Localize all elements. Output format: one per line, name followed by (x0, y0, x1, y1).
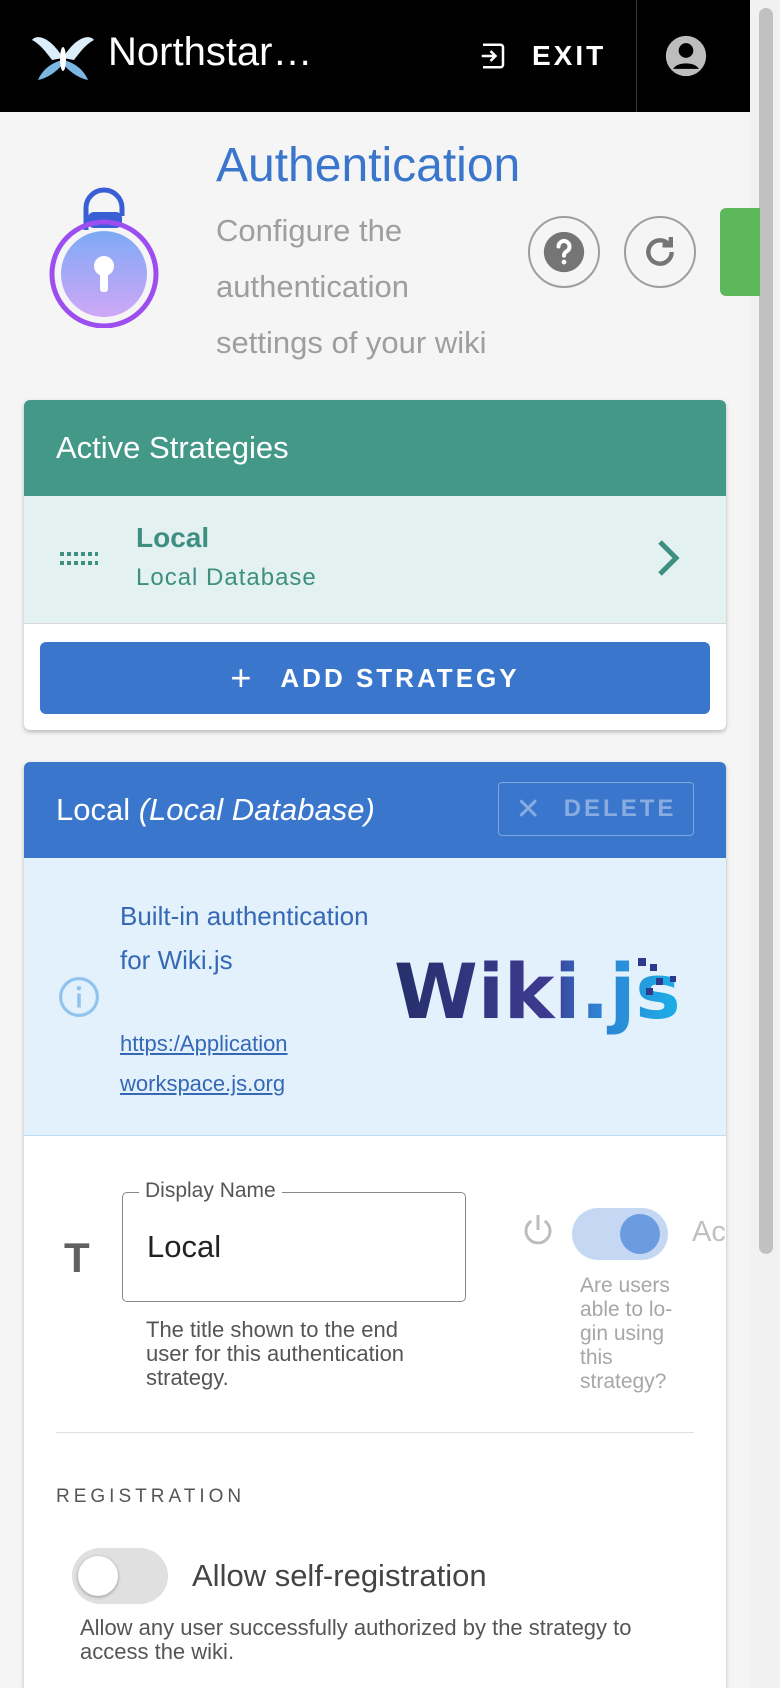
active-hint: Are users able to lo-gin using this stra… (580, 1274, 673, 1393)
strategy-name: Local (56, 792, 131, 827)
add-strategy-label: ADD STRATEGY (280, 662, 520, 693)
strategy-subtitle: Local Database (136, 564, 317, 591)
registration-section-label: REGISTRATION (56, 1486, 246, 1507)
active-strategies-card: Active Strategies Local Local Database +… (24, 400, 726, 730)
display-name-hint: The title shown to the end user for this… (146, 1317, 405, 1390)
active-strategies-title: Active Strategies (24, 400, 726, 496)
power-icon (524, 1215, 552, 1245)
strategy-detail-title: Local (Local Database) (56, 792, 375, 828)
self-registration-hint: Allow any user successfully authorized b… (80, 1615, 632, 1664)
strategy-description: Built-in authentication for Wiki.js (120, 901, 369, 975)
wikijs-logo: Wiki.js (394, 947, 681, 1036)
page-subtitle: Configure the authentication settings of… (216, 213, 487, 360)
strategy-website-link[interactable]: https:/Application workspace.js.org (120, 1024, 380, 1104)
plus-icon: + (230, 657, 255, 698)
active-toggle-knob (620, 1214, 660, 1254)
exit-icon (481, 43, 505, 69)
help-button[interactable] (528, 216, 600, 288)
chevron-right-icon (658, 540, 680, 576)
scrollbar-thumb[interactable] (759, 8, 773, 1254)
delete-button[interactable]: ✕ DELETE (498, 782, 694, 836)
delete-label: DELETE (563, 795, 677, 822)
refresh-button[interactable] (624, 216, 696, 288)
display-name-field[interactable]: Display Name Local (122, 1179, 466, 1302)
apply-button[interactable] (720, 208, 760, 296)
display-name-value[interactable]: Local (147, 1229, 221, 1265)
app-title[interactable]: Northstar… (108, 30, 313, 75)
strategy-info-box: Built-in authentication for Wiki.js http… (24, 858, 726, 1136)
add-strategy-button[interactable]: + ADD STRATEGY (40, 642, 710, 714)
app-logo (32, 37, 94, 80)
drag-handle-icon[interactable] (60, 552, 98, 568)
self-registration-label: Allow self-registration (192, 1558, 487, 1593)
exit-label: EXIT (532, 40, 607, 71)
topbar-divider (636, 0, 637, 112)
section-divider (56, 1432, 694, 1433)
active-toggle[interactable] (572, 1208, 668, 1260)
svg-text:Wiki.js: Wiki.js (394, 947, 681, 1036)
close-icon: ✕ (515, 792, 544, 826)
info-icon (59, 977, 99, 1017)
strategy-detail-card: Local (Local Database) ✕ DELETE Built-in… (24, 762, 726, 1688)
exit-button[interactable]: EXIT (478, 28, 606, 84)
lock-icon (49, 187, 159, 328)
strategy-detail-header: Local (Local Database) ✕ DELETE (24, 762, 726, 858)
self-registration-toggle[interactable] (72, 1548, 168, 1604)
page-title: Authentication (216, 139, 521, 192)
refresh-icon (646, 237, 674, 266)
help-icon (543, 231, 585, 273)
strategy-item-local[interactable]: Local Local Database (24, 496, 726, 624)
display-name-label: Display Name (139, 1179, 282, 1203)
self-registration-toggle-knob (78, 1556, 118, 1596)
text-format-icon: T (64, 1234, 90, 1281)
strategy-title: Local (136, 522, 210, 553)
top-app-bar: Northstar… EXIT (0, 0, 750, 112)
account-icon[interactable] (664, 34, 708, 78)
strategy-name-detail: (Local Database) (138, 792, 375, 827)
active-label: Active (692, 1216, 726, 1248)
